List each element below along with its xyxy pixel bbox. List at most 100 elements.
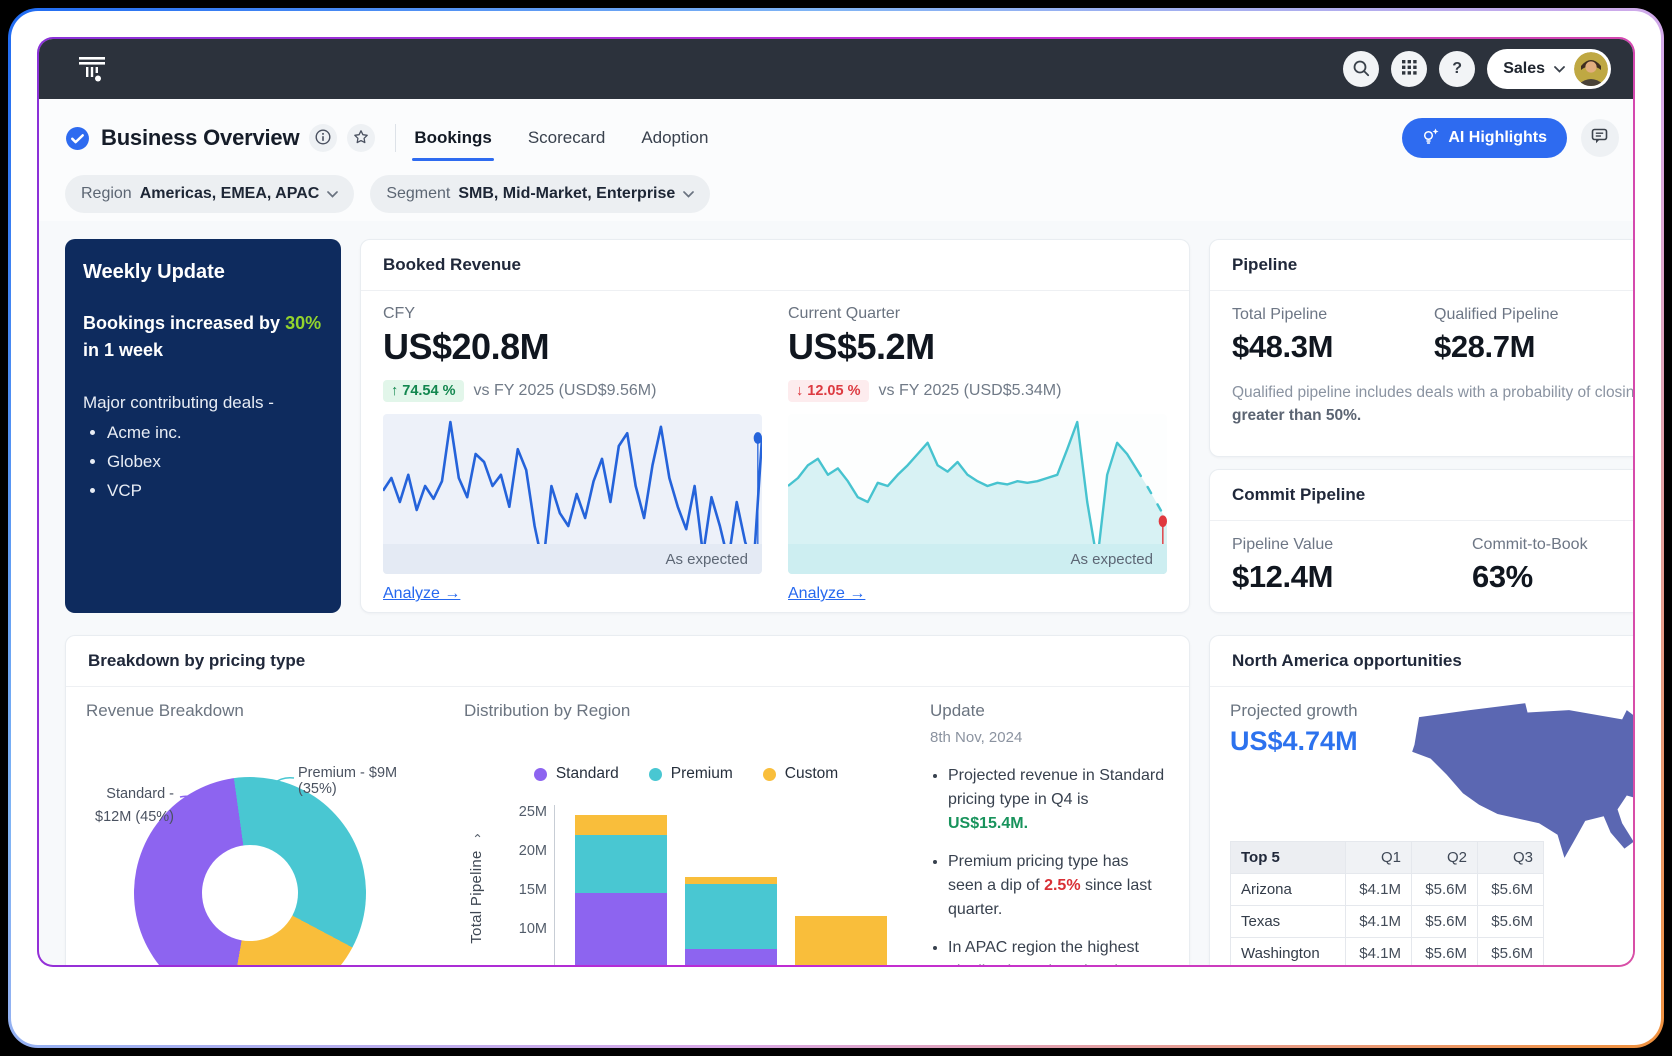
- tab-bookings[interactable]: Bookings: [414, 115, 491, 161]
- tab-scorecard[interactable]: Scorecard: [528, 115, 605, 161]
- update-bullet: Premium pricing type has seen a dip of 2…: [948, 850, 1167, 922]
- cfy-comparison: vs FY 2025 (USD$9.56M): [474, 382, 657, 400]
- donut-heading: Revenue Breakdown: [86, 701, 438, 721]
- standard-callout-connector: [178, 793, 212, 817]
- dashboard-body: Weekly Update Bookings increased by 30% …: [39, 221, 1633, 967]
- more-actions-button[interactable]: [1633, 119, 1635, 157]
- breakdown-card: Breakdown by pricing type Revenue Breakd…: [65, 635, 1190, 967]
- legend-item-standard[interactable]: Standard: [534, 765, 619, 783]
- deal-list-item: VCP: [107, 481, 323, 501]
- bar-segment-custom: [795, 916, 887, 967]
- table-row: Texas$4.1M$5.6M$5.6M: [1231, 906, 1544, 938]
- bar-segment-custom: [575, 815, 667, 835]
- info-icon: [315, 129, 331, 148]
- bar-segment-standard: [685, 949, 777, 967]
- stacked-bar[interactable]: [685, 805, 777, 967]
- top-navigation-bar: ? Sales: [39, 39, 1633, 99]
- verified-badge-icon: [65, 126, 90, 151]
- tab-bar: Bookings Scorecard Adoption: [414, 115, 708, 161]
- chevron-down-icon: [683, 185, 694, 203]
- page-header-area: Business Overview Bookings Scorecard Ado…: [39, 99, 1633, 221]
- deal-list-item: Globex: [107, 452, 323, 472]
- quarter-value-cell: $5.6M: [1478, 874, 1544, 906]
- cq-annotation: As expected: [788, 544, 1167, 574]
- state-name-cell: Arizona: [1231, 874, 1346, 906]
- commit-to-book-kpi: Commit-to-Book 63%: [1472, 536, 1635, 595]
- region-filter-label: Region: [81, 185, 132, 203]
- collapse-chevron-icon[interactable]: ⌄: [469, 829, 484, 844]
- stacked-bar[interactable]: [795, 805, 887, 967]
- revenue-breakdown-section: Revenue Breakdown Standard - $12M (45%) …: [66, 687, 438, 967]
- cq-value: US$5.2M: [788, 326, 1167, 368]
- usa-map: [1396, 694, 1635, 872]
- legend-item-custom[interactable]: Custom: [763, 765, 838, 783]
- app-window: ? Sales Business Overview: [37, 37, 1635, 967]
- update-bullet: Projected revenue in Standard pricing ty…: [948, 764, 1167, 836]
- distribution-by-region-section: Distribution by Region Standard Premium Cu…: [438, 687, 908, 967]
- y-axis-tick: 15M: [503, 882, 547, 898]
- y-axis-tick: 20M: [503, 843, 547, 859]
- cfy-label: CFY: [383, 305, 762, 323]
- qualified-pipeline-kpi: Qualified Pipeline $28.7M: [1434, 306, 1635, 365]
- breakdown-title: Breakdown by pricing type: [66, 636, 1189, 687]
- comment-icon: [1591, 128, 1609, 148]
- cq-delta-badge: ↓ 12.05 %: [788, 380, 869, 402]
- update-date: 8th Nov, 2024: [930, 729, 1167, 746]
- avatar[interactable]: [1574, 52, 1608, 86]
- user-role-dropdown[interactable]: Sales: [1487, 49, 1611, 89]
- apps-grid-button[interactable]: [1391, 51, 1427, 87]
- pipeline-note: Qualified pipeline includes deals with a…: [1232, 381, 1635, 428]
- legend-dot: [534, 768, 547, 781]
- segment-filter-value: SMB, Mid-Market, Enterprise: [458, 185, 675, 203]
- cq-area-chart[interactable]: As expected: [788, 414, 1167, 574]
- cq-comparison: vs FY 2025 (USD$5.34M): [879, 382, 1062, 400]
- booked-revenue-title: Booked Revenue: [361, 240, 1189, 291]
- cfy-metric: CFY US$20.8M ↑ 74.54 % vs FY 2025 (USD$9…: [383, 305, 762, 603]
- bar-segment-premium: [685, 884, 777, 950]
- legend-item-premium[interactable]: Premium: [649, 765, 733, 783]
- quarter-value-cell: $4.1M: [1346, 938, 1412, 968]
- commit-pipeline-card: Commit Pipeline Pipeline Value $12.4M Co…: [1209, 469, 1635, 613]
- comments-button[interactable]: [1581, 119, 1619, 157]
- quarter-value-cell: $5.6M: [1412, 874, 1478, 906]
- standard-slice-callout: Standard - $12M (45%): [86, 783, 174, 829]
- cfy-analyze-link[interactable]: Analyze →: [383, 585, 460, 603]
- segment-filter[interactable]: Segment SMB, Mid-Market, Enterprise: [370, 175, 710, 213]
- y-axis-tick: 25M: [503, 804, 547, 820]
- stacked-bar-chart[interactable]: 25M20M15M10M: [554, 805, 908, 967]
- info-button[interactable]: [309, 124, 337, 152]
- tab-adoption[interactable]: Adoption: [641, 115, 708, 161]
- cq-analyze-link[interactable]: Analyze →: [788, 585, 865, 603]
- bar-chart-y-axis-label: Total Pipeline ⌄: [468, 829, 485, 944]
- apps-grid-icon: [1402, 60, 1417, 78]
- state-name-cell: Texas: [1231, 906, 1346, 938]
- premium-slice-callout: Premium - $9M (35%): [298, 765, 438, 797]
- favorite-button[interactable]: [347, 124, 375, 152]
- update-bullet-list: Projected revenue in Standard pricing ty…: [930, 764, 1167, 967]
- lightbulb-sparkle-icon: [1422, 128, 1439, 149]
- bar-chart-legend: Standard Premium Custom: [464, 765, 908, 783]
- quarter-value-cell: $5.6M: [1478, 906, 1544, 938]
- page-header-row: Business Overview Bookings Scorecard Ado…: [65, 115, 1607, 161]
- cq-label: Current Quarter: [788, 305, 1167, 323]
- help-button[interactable]: ?: [1439, 51, 1475, 87]
- table-header-cell: Top 5: [1231, 842, 1346, 874]
- user-role-label: Sales: [1503, 60, 1545, 78]
- current-quarter-metric: Current Quarter US$5.2M ↓ 12.05 % vs FY …: [788, 305, 1167, 603]
- commit-pipeline-title: Commit Pipeline: [1210, 470, 1635, 521]
- bars-heading: Distribution by Region: [464, 701, 908, 721]
- quarter-value-cell: $4.1M: [1346, 874, 1412, 906]
- quarter-value-cell: $5.6M: [1478, 938, 1544, 968]
- total-pipeline-kpi: Total Pipeline $48.3M: [1232, 306, 1434, 365]
- update-section: Update 8th Nov, 2024 Projected revenue i…: [908, 687, 1189, 967]
- search-button[interactable]: [1343, 51, 1379, 87]
- bar-segment-premium: [575, 835, 667, 894]
- weekly-headline-line2: in 1 week: [83, 337, 323, 363]
- ai-highlights-button[interactable]: AI Highlights: [1402, 118, 1567, 158]
- region-filter[interactable]: Region Americas, EMEA, APAC: [65, 175, 354, 213]
- weekly-update-card: Weekly Update Bookings increased by 30% …: [65, 239, 341, 613]
- stacked-bar[interactable]: [575, 805, 667, 967]
- cfy-line-chart[interactable]: As expected: [383, 414, 762, 574]
- pipeline-value-kpi: Pipeline Value $12.4M: [1232, 536, 1472, 595]
- legend-dot: [763, 768, 776, 781]
